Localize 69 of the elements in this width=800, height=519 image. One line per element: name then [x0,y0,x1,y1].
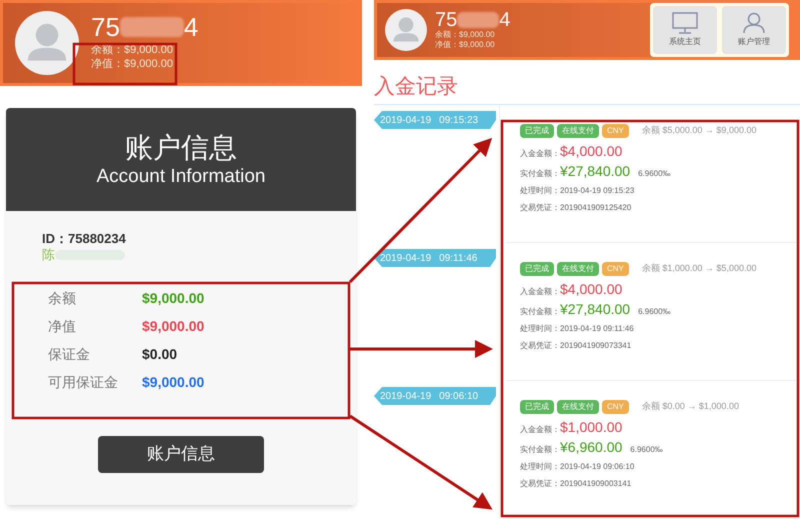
field-value: $9,000.00 [142,289,204,308]
paid-amount: ¥27,840.00 [560,300,630,318]
exchange-rate: 6.9600‰ [638,306,671,318]
account-number: 4 [499,10,510,30]
field-label: 余额 [48,289,77,308]
nav-button[interactable]: 系统主页 [653,6,717,54]
record-time: 09:06:10 [439,390,478,404]
deposit-amount: $4,000.00 [560,143,622,160]
account-number: 4 [184,14,198,40]
paid-label: 实付金额： [520,168,560,180]
processed-time: 处理时间：2019-04-19 09:11:46 [520,323,635,335]
record-date: 2019-04-19 [380,114,432,128]
transaction-voucher: 交易凭证：2019041909125420 [520,202,632,214]
exchange-rate: 6.9600‰ [638,168,671,180]
status-tag: 已完成 [520,400,554,414]
deposit-label: 入金金额： [520,148,560,160]
deposit-amount: $1,000.00 [560,419,622,436]
section-title: 入金记录 [374,74,458,100]
account-number: 75 [435,10,458,30]
status-tag: 在线支付 [557,400,599,414]
paid-amount: ¥6,960.00 [560,438,622,456]
equity-text: 净值：$9,000.00 [435,40,496,50]
account-info-button[interactable]: 账户信息 [98,436,264,472]
status-tag: 在线支付 [557,262,599,276]
field-label: 保证金 [48,345,91,364]
processed-time: 处理时间：2019-04-19 09:15:23 [520,185,636,197]
record-date: 2019-04-19 [380,390,432,404]
record-time: 09:11:46 [439,252,478,266]
status-tag: CNY [602,400,629,414]
balance-change: 余额 $0.00 → $1,000.00 [642,400,739,414]
status-tag: CNY [602,124,629,138]
transaction-voucher: 交易凭证：2019041909003141 [520,478,632,490]
account-number: 75 [91,14,120,40]
transaction-voucher: 交易凭证：2019041909073341 [520,340,632,352]
card-subtitle: Account Information [96,165,266,189]
deposit-label: 入金金额： [520,286,560,298]
account-id: ID：75880234 [42,231,127,248]
balance-change: 余额 $1,000.00 → $5,000.00 [642,262,756,276]
deposit-label: 入金金额： [520,424,560,436]
field-label: 净值 [48,317,77,336]
paid-label: 实付金额： [520,444,560,456]
account-name: 陈 [42,247,55,264]
equity-text: 净值：$9,000.00 [91,58,174,72]
field-value: $0.00 [142,345,178,364]
status-tag: 已完成 [520,262,554,276]
record-date: 2019-04-19 [380,252,432,266]
record-time: 09:15:23 [439,114,478,128]
processed-time: 处理时间：2019-04-19 09:06:10 [520,461,636,473]
avatar-icon [15,11,79,75]
paid-amount: ¥27,840.00 [560,162,630,180]
redacted-block [457,12,500,28]
redacted-block [120,17,184,38]
nav-button[interactable]: 账户管理 [722,6,786,54]
status-tag: CNY [602,262,629,276]
user-icon [742,12,766,34]
paid-label: 实付金额： [520,306,560,318]
status-tag: 已完成 [520,124,554,138]
balance-text: 余额：$9,000.00 [91,44,174,58]
field-value: $9,000.00 [142,317,204,336]
exchange-rate: 6.9600‰ [630,444,663,456]
balance-change: 余额 $5,000.00 → $9,000.00 [642,124,756,138]
field-value: $9,000.00 [142,373,204,392]
status-tag: 在线支付 [557,124,599,138]
balance-text: 余额：$9,000.00 [435,30,496,40]
avatar-icon [385,9,427,51]
deposit-amount: $4,000.00 [560,281,622,298]
monitor-icon [672,12,698,34]
card-title: 账户信息 [125,131,237,166]
field-label: 可用保证金 [48,373,119,392]
